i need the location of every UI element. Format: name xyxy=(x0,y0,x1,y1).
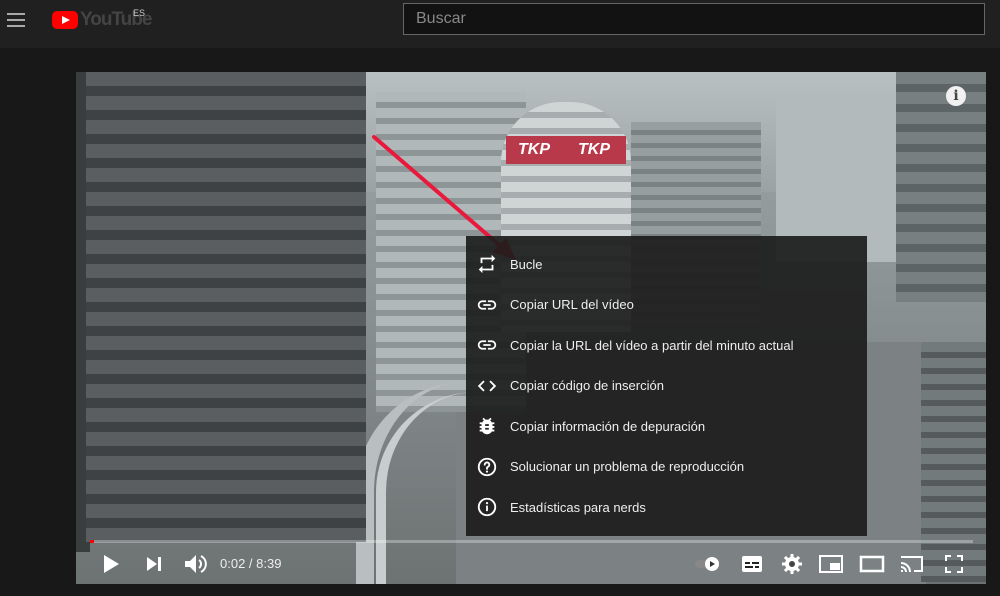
menu-item-copy-url-at-time[interactable]: Copiar la URL del vídeo a partir del min… xyxy=(466,325,867,366)
menu-item-copy-debug[interactable]: Copiar información de depuración xyxy=(466,406,867,447)
info-icon[interactable]: i xyxy=(946,86,966,106)
menu-item-label: Bucle xyxy=(510,256,543,272)
theater-mode-icon[interactable] xyxy=(858,551,886,577)
top-bar: YouTube ES xyxy=(0,0,1000,48)
time-display: 0:02 / 8:39 xyxy=(220,556,282,571)
search-input[interactable] xyxy=(403,3,985,35)
menu-item-copy-embed[interactable]: Copiar código de inserción xyxy=(466,366,867,407)
menu-item-loop[interactable]: Bucle xyxy=(466,244,867,285)
video-tkp-sign: TKP TKP xyxy=(506,136,626,164)
context-menu: Bucle Copiar URL del vídeo Copiar la URL… xyxy=(466,236,867,536)
loop-icon xyxy=(478,254,496,274)
help-icon xyxy=(477,457,497,476)
progress-bar[interactable] xyxy=(90,540,973,543)
cast-icon[interactable] xyxy=(898,551,926,577)
fullscreen-icon[interactable] xyxy=(942,551,966,577)
country-code: ES xyxy=(133,8,146,18)
video-building xyxy=(921,342,986,582)
volume-icon[interactable] xyxy=(182,551,208,577)
code-icon xyxy=(477,380,497,391)
hamburger-menu-icon[interactable] xyxy=(4,8,28,32)
menu-item-label: Estadísticas para nerds xyxy=(510,499,646,515)
menu-item-label: Copiar información de depuración xyxy=(510,418,706,434)
info-icon xyxy=(477,497,497,517)
link-icon xyxy=(477,340,497,350)
play-icon[interactable] xyxy=(100,551,122,577)
menu-item-label: Copiar la URL del vídeo a partir del min… xyxy=(510,337,794,353)
menu-item-copy-url[interactable]: Copiar URL del vídeo xyxy=(466,285,867,326)
tkp-sign-right: TKP xyxy=(578,141,610,158)
tkp-sign-left: TKP xyxy=(518,141,550,158)
progress-bar-fill xyxy=(90,540,94,543)
menu-item-label: Copiar código de inserción xyxy=(510,378,664,394)
miniplayer-icon[interactable] xyxy=(818,551,844,577)
video-building xyxy=(896,72,986,302)
next-icon[interactable] xyxy=(143,551,165,577)
menu-item-troubleshoot[interactable]: Solucionar un problema de reproducción xyxy=(466,447,867,488)
settings-gear-icon[interactable] xyxy=(780,551,804,577)
link-icon xyxy=(477,299,497,310)
menu-item-label: Solucionar un problema de reproducción xyxy=(510,459,745,475)
autoplay-toggle-icon[interactable] xyxy=(693,551,723,577)
bug-icon xyxy=(479,417,495,435)
video-office-tower xyxy=(86,72,366,542)
menu-item-stats-for-nerds[interactable]: Estadísticas para nerds xyxy=(466,487,867,528)
youtube-play-icon xyxy=(52,11,78,29)
menu-item-label: Copiar URL del vídeo xyxy=(510,297,634,313)
subtitles-icon[interactable] xyxy=(740,551,764,577)
